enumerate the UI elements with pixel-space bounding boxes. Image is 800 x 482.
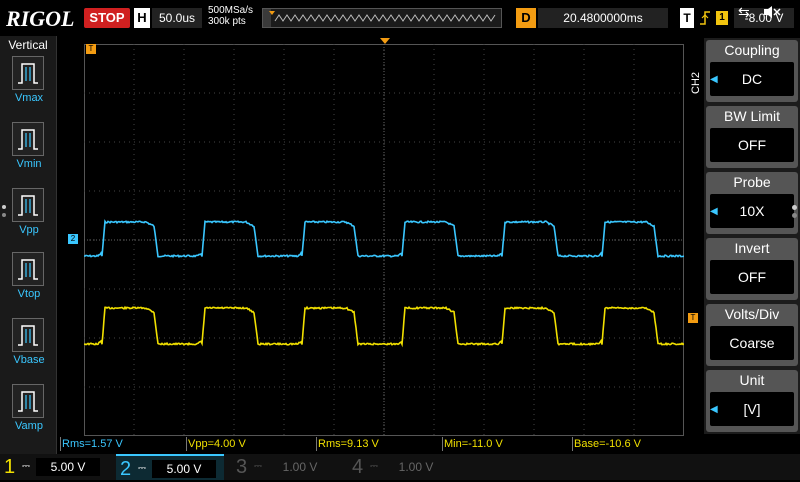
- timebase-value[interactable]: 50.0us: [152, 8, 202, 28]
- menu-title: Unit: [739, 372, 765, 388]
- channel-4-status[interactable]: 4 ⎓ 1.00 V: [348, 454, 456, 480]
- channel-tag: CH2: [690, 71, 702, 94]
- menu-page-dot: [792, 205, 797, 210]
- channel-scale: 5.00 V: [152, 460, 216, 478]
- vbase-icon: [12, 318, 44, 352]
- trigger-position-marker[interactable]: T: [86, 44, 96, 54]
- menu-probe[interactable]: Probe 10X ◀: [706, 172, 798, 234]
- menu-arrow-icon: ◀: [710, 74, 718, 85]
- channel-number: 3: [236, 456, 248, 478]
- dc-coupling-icon: ⎓: [138, 463, 146, 474]
- menu-value: DC: [710, 62, 794, 96]
- channel-scale: 1.00 V: [398, 460, 434, 474]
- horizontal-label: H: [134, 8, 150, 28]
- menu-unit[interactable]: Unit [V] ◀: [706, 370, 798, 432]
- menu-value: Coarse: [710, 326, 794, 360]
- channel-scale: 5.00 V: [36, 458, 100, 476]
- waveform-display[interactable]: [84, 44, 684, 436]
- measurement-result: Base=-10.6 V: [572, 437, 696, 451]
- sample-rate: 500MSa/s: [208, 5, 254, 16]
- measurement-result: Vpp=4.00 V: [186, 437, 310, 451]
- channel-number: 4: [352, 456, 364, 478]
- dc-coupling-icon: ⎓: [254, 461, 262, 472]
- vpp-icon: [12, 188, 44, 222]
- menu-volts-div[interactable]: Volts/Div Coarse: [706, 304, 798, 366]
- run-stop-status[interactable]: STOP: [84, 8, 130, 28]
- vertical-menu-panel: Coupling DC ◀ BW Limit OFF Probe 10X ◀ Invert OFF…: [704, 38, 800, 434]
- menu-value: 10X: [710, 194, 794, 228]
- measure-label: Vpp: [19, 224, 39, 236]
- trigger-source: 1: [716, 11, 728, 25]
- measure-item-vbase[interactable]: Vbase: [12, 318, 46, 366]
- sidebar-title: Vertical: [8, 38, 48, 52]
- menu-bw-limit[interactable]: BW Limit OFF: [706, 106, 798, 168]
- measurement-result: Rms=1.57 V: [60, 437, 184, 451]
- measurement-result: Min=-11.0 V: [442, 437, 566, 451]
- vtop-icon: [12, 252, 44, 286]
- memory-overview-bar[interactable]: [262, 8, 502, 28]
- measurement-result: Rms=9.13 V: [316, 437, 440, 451]
- menu-title: BW Limit: [724, 108, 780, 124]
- channel-scale: 1.00 V: [282, 460, 318, 474]
- measure-item-vpp[interactable]: Vpp: [12, 188, 46, 236]
- speaker-mute-icon[interactable]: [762, 4, 782, 23]
- channel-3-status[interactable]: 3 ⎓ 1.00 V: [232, 454, 340, 480]
- measurement-results-bar: Rms=1.57 V Vpp=4.00 V Rms=9.13 V Min=-11.0 …: [60, 437, 700, 451]
- trigger-time-marker[interactable]: [380, 38, 390, 44]
- channel-number: 1: [4, 456, 16, 478]
- channel-number: 2: [120, 458, 132, 480]
- menu-title: Volts/Div: [724, 306, 780, 322]
- menu-value: [V]: [710, 392, 794, 426]
- menu-page-dot: [792, 213, 797, 218]
- brand-logo: RIGOL: [6, 6, 75, 31]
- measure-label: Vmax: [14, 92, 44, 104]
- menu-coupling[interactable]: Coupling DC ◀: [706, 40, 798, 102]
- measure-label: Vamp: [15, 420, 43, 432]
- channel-1-status[interactable]: 1 ⎓ 5.00 V: [0, 454, 108, 480]
- delay-label: D: [516, 8, 536, 28]
- channel-2-status[interactable]: 2 ⎓ 5.00 V: [116, 454, 224, 480]
- measure-item-vtop[interactable]: Vtop: [12, 252, 46, 300]
- vamp-icon: [12, 384, 44, 418]
- dc-coupling-icon: ⎓: [22, 461, 30, 472]
- menu-arrow-icon: ◀: [710, 206, 718, 217]
- menu-value: OFF: [710, 128, 794, 162]
- vmin-icon: [12, 122, 44, 156]
- measure-label: Vbase: [13, 354, 45, 366]
- usb-icon: ⇆: [738, 4, 750, 20]
- trigger-level-marker[interactable]: T: [688, 313, 698, 323]
- measure-label: Vmin: [16, 158, 42, 170]
- dc-coupling-icon: ⎓: [370, 461, 378, 472]
- measure-item-vmax[interactable]: Vmax: [12, 56, 46, 104]
- memory-depth: 300k pts: [208, 16, 246, 27]
- sample-info: 500MSa/s 300k pts: [208, 5, 253, 27]
- measure-label: Vtop: [17, 288, 41, 300]
- menu-arrow-icon: ◀: [710, 404, 718, 415]
- memory-waveform-preview: [263, 9, 496, 27]
- vmax-icon: [12, 56, 44, 90]
- measurement-sidebar: Vertical Vmax Vmin Vpp Vtop Vbase Vamp: [0, 36, 57, 456]
- channel-status-bar: 1 ⎓ 5.00 V 2 ⎓ 5.00 V 3 ⎓ 1.00 V 4 ⎓ 1.00 V: [0, 454, 800, 480]
- trigger-edge-icon: [699, 8, 711, 28]
- measure-item-vamp[interactable]: Vamp: [12, 384, 46, 432]
- sidebar-page-dot: [2, 205, 6, 209]
- measure-item-vmin[interactable]: Vmin: [12, 122, 46, 170]
- menu-title: Invert: [734, 240, 770, 256]
- trigger-label: T: [680, 8, 694, 28]
- sidebar-page-dot: [2, 213, 6, 217]
- menu-title: Coupling: [724, 42, 780, 58]
- menu-value: OFF: [710, 260, 794, 294]
- delay-value[interactable]: 20.4800000ms: [538, 8, 668, 28]
- ch2-offset-marker[interactable]: 2: [68, 234, 78, 244]
- menu-invert[interactable]: Invert OFF: [706, 238, 798, 300]
- menu-title: Probe: [733, 174, 771, 190]
